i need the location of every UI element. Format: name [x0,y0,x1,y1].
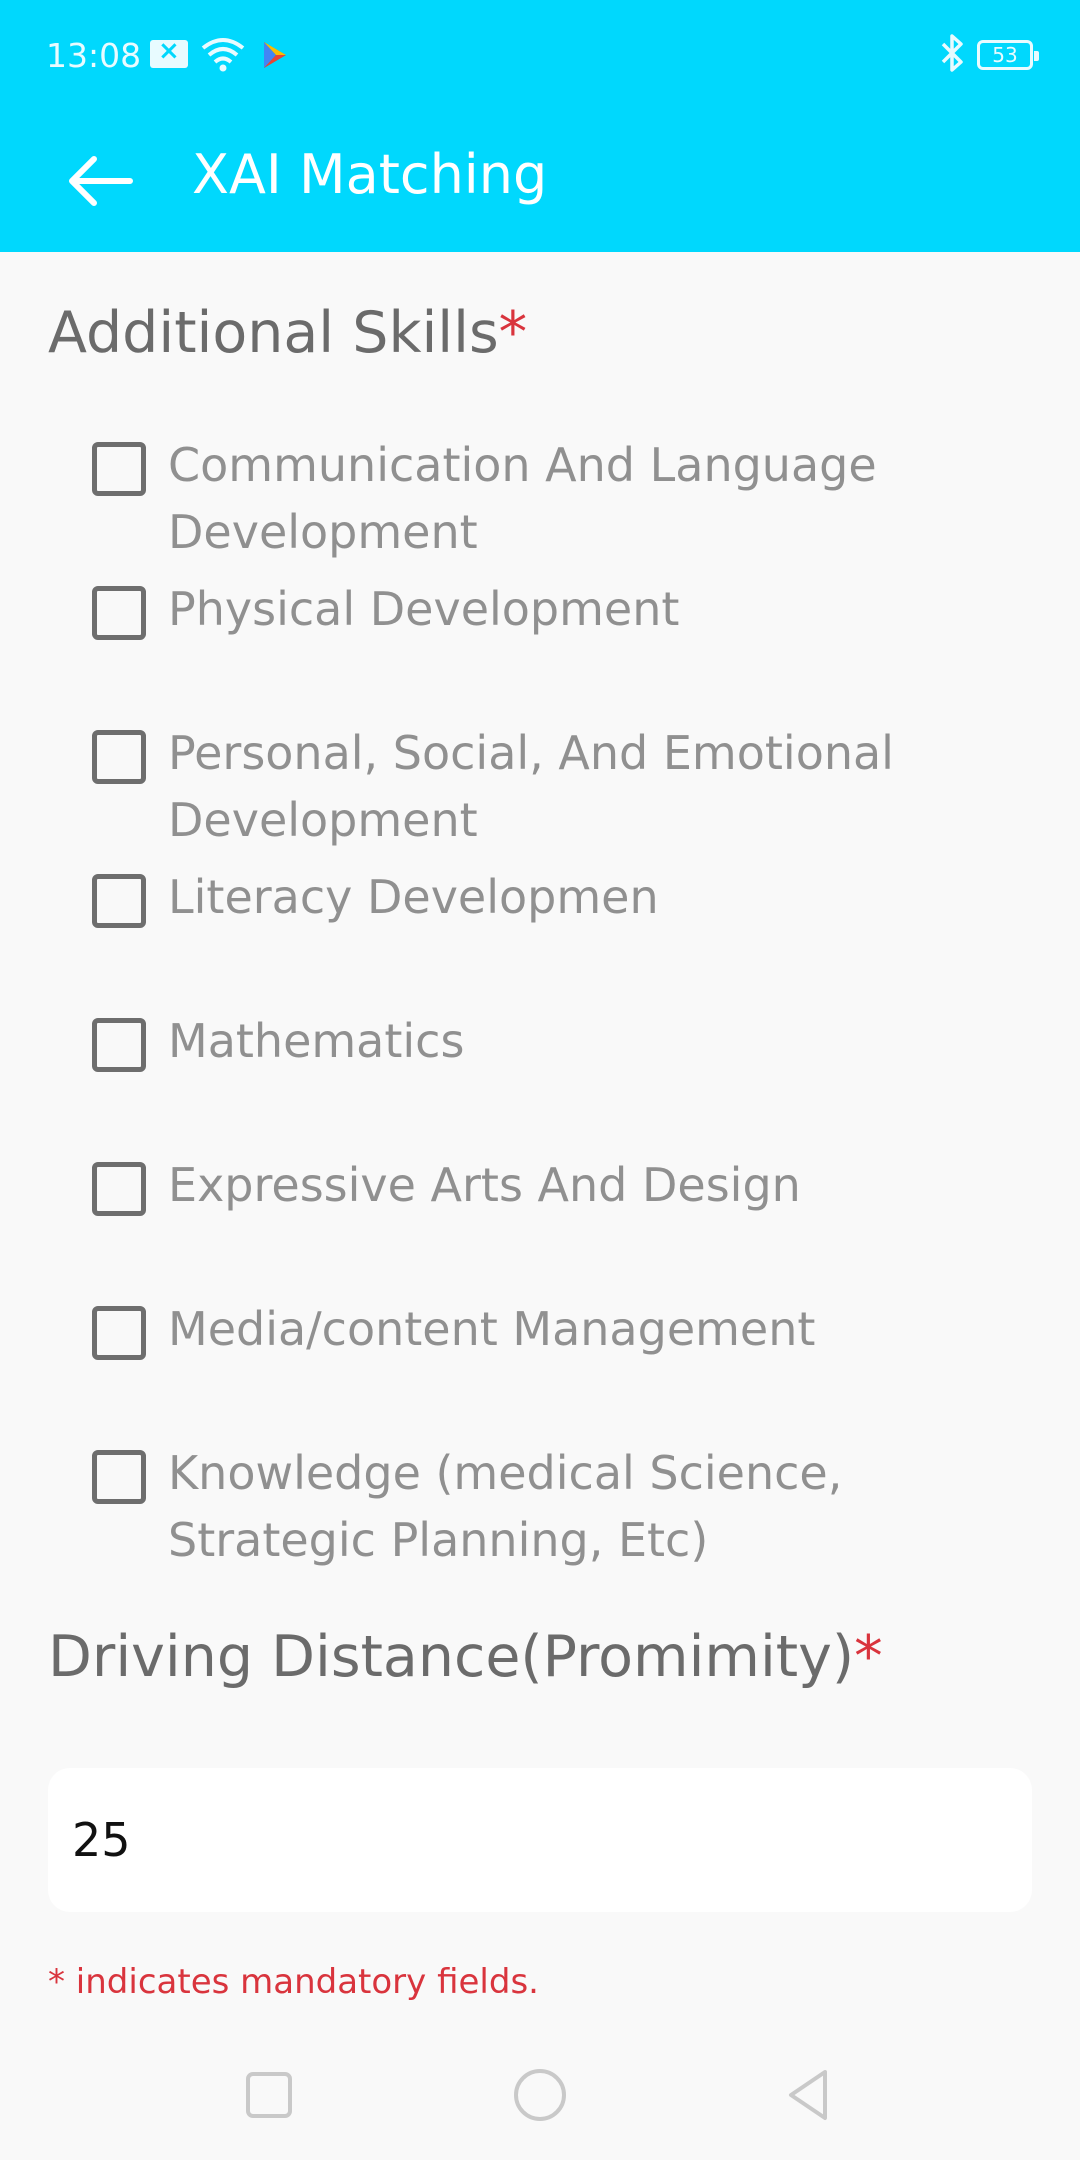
skill-label: Communication And Language Development [168,438,877,559]
checkbox[interactable] [92,1450,146,1504]
checkbox[interactable] [92,1306,146,1360]
additional-skills-title-text: Additional Skills [48,300,499,366]
additional-skills-title: Additional Skills* [48,300,527,366]
app-title: XAI Matching [192,143,548,206]
driving-distance-input[interactable] [48,1768,1032,1912]
checkbox[interactable] [92,1162,146,1216]
status-bar: 13:08 53 [0,0,1080,110]
back-icon[interactable] [773,2058,847,2132]
mandatory-note: * indicates mandatory fields. [48,1962,539,2002]
checkbox[interactable] [92,1018,146,1072]
skill-label: Physical Development [168,582,680,636]
message-icon [150,36,188,68]
required-star: * [854,1624,883,1690]
home-icon[interactable] [503,2058,577,2132]
checkbox[interactable] [92,730,146,784]
arrow-left-icon[interactable] [60,140,142,222]
skill-label: Knowledge (medical Science, Strategic Pl… [168,1446,843,1567]
required-star: * [498,300,528,366]
skill-label: Media/content Management [168,1302,816,1356]
skill-label: Literacy Developmen [168,870,659,924]
skill-label: Personal, Social, And Emotional Developm… [168,726,894,847]
nav-bar [0,2030,1080,2160]
skill-label: Mathematics [168,1014,465,1068]
checkbox[interactable] [92,586,146,640]
checkbox[interactable] [92,442,146,496]
play-store-icon [264,42,286,68]
wifi-icon [201,38,245,72]
driving-distance-title-text: Driving Distance(Promimity) [48,1624,855,1690]
checkbox[interactable] [92,874,146,928]
driving-distance-title: Driving Distance(Promimity)* [48,1624,883,1690]
app-bar: XAI Matching [0,110,1080,252]
screen: 13:08 53 XAI Matching Additional Skills*… [0,0,1080,2160]
bluetooth-icon [941,34,963,72]
battery-icon: 53 [977,40,1039,70]
status-time: 13:08 [46,36,142,75]
skill-label: Expressive Arts And Design [168,1158,801,1212]
recents-icon[interactable] [232,2058,306,2132]
